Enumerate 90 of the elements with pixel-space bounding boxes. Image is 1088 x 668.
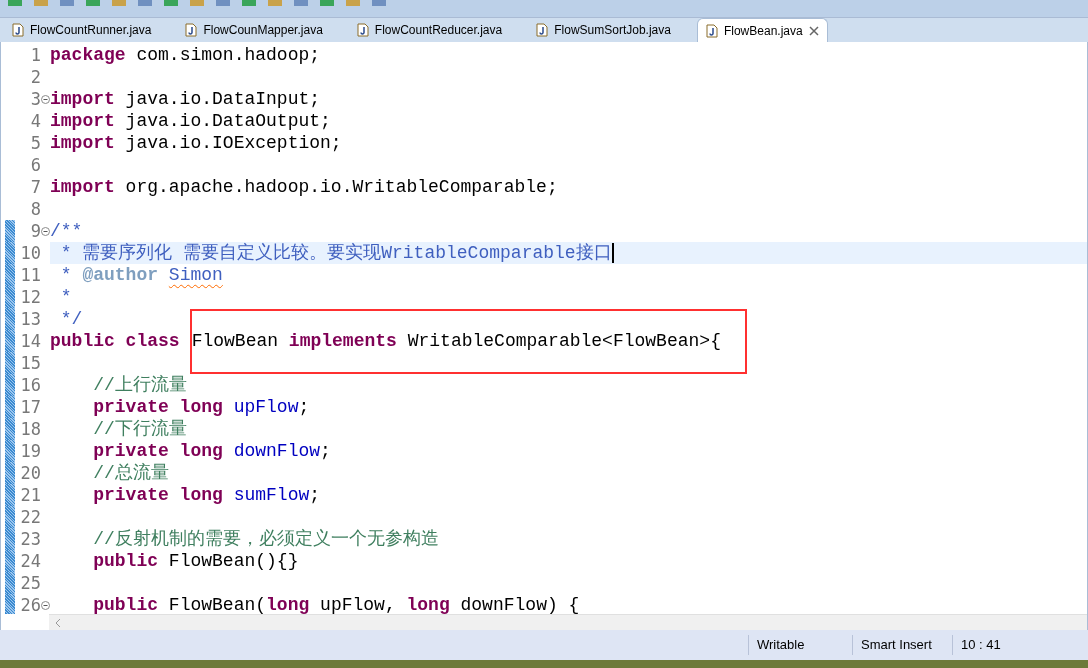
code-text: sumFlow (232, 483, 310, 507)
comment-text: */ (59, 307, 83, 331)
text-cursor (611, 243, 614, 263)
comment-text: * 需要序列化 需要自定义比较。要实现WritableComparable接口 (59, 241, 612, 265)
java-file-icon (185, 23, 198, 37)
horizontal-scrollbar[interactable] (49, 614, 1087, 630)
line-number: 10 (20, 244, 41, 262)
keyword: class (124, 329, 180, 353)
code-text: FlowBean( (167, 593, 267, 614)
line-number: 24 (20, 552, 41, 570)
keyword: implements (287, 329, 397, 353)
line-number: 21 (20, 486, 41, 504)
line-number: 25 (20, 574, 41, 592)
code-text: downFlow (232, 439, 321, 463)
line-number: 2 (30, 68, 41, 86)
keyword: import (50, 175, 115, 199)
fold-icon[interactable] (41, 600, 50, 610)
keyword: private long (92, 483, 223, 507)
line-number: 7 (30, 178, 41, 196)
line-number: 23 (20, 530, 41, 548)
code-text: FlowBean(){} (167, 549, 299, 573)
keyword: import (50, 87, 115, 111)
keyword: public (92, 549, 159, 573)
fold-icon[interactable] (41, 226, 50, 236)
code-text: java.io.DataOutput; (124, 109, 331, 133)
line-number: 11 (20, 266, 41, 284)
comment-text: * (59, 263, 72, 287)
keyword: private long (92, 395, 223, 419)
comment-text: * (59, 285, 72, 309)
line-number: 13 (20, 310, 41, 328)
keyword: long (406, 593, 450, 614)
code-editor[interactable] (0, 42, 1088, 630)
code-text: java.io.DataInput; (124, 87, 321, 111)
keyword: public (50, 329, 115, 353)
java-file-icon (536, 23, 549, 37)
comment-text: //总流量 (92, 461, 169, 485)
line-number: 16 (20, 376, 41, 394)
scroll-left-icon[interactable] (53, 617, 63, 628)
comment-text: @author (81, 263, 160, 287)
java-file-icon (12, 23, 24, 37)
editor-tab[interactable]: FlowSumSortJob.java (528, 18, 679, 42)
line-number: 22 (20, 508, 41, 526)
line-number: 18 (20, 420, 41, 438)
code-text: downFlow) { (459, 593, 580, 614)
line-number: 1 (30, 46, 41, 64)
line-number: 19 (20, 442, 41, 460)
insert-mode-status: Smart Insert (861, 636, 932, 655)
close-icon[interactable] (808, 25, 819, 36)
editor-tab[interactable]: FlowCountRunner.java (4, 18, 160, 42)
code-text: ; (309, 483, 321, 507)
line-number: 9 (30, 222, 41, 240)
code-text: ; (320, 439, 331, 463)
keyword: package (50, 43, 126, 67)
code-text: FlowBean (191, 329, 279, 353)
code-text: ; (298, 395, 310, 419)
fold-icon[interactable] (41, 94, 50, 104)
line-number: 6 (30, 156, 41, 174)
keyword: private long (92, 439, 223, 463)
code-text: com.simon.hadoop; (135, 43, 321, 67)
code-text: java.io.IOException; (124, 131, 342, 155)
line-number: 5 (30, 134, 41, 152)
comment-text: //反射机制的需要，必须定义一个无参构造 (92, 527, 439, 551)
code-text: org.apache.hadoop.io.WritableComparable; (124, 175, 558, 199)
editor-tab[interactable]: FlowCountReducer.java (348, 18, 511, 42)
java-file-icon (705, 23, 718, 38)
line-number: 8 (30, 200, 41, 218)
line-number: 14 (20, 332, 41, 350)
code-text: WritableComparable<FlowBean>{ (406, 329, 721, 353)
keyword: import (50, 131, 115, 155)
code-text: upFlow, (319, 593, 397, 614)
line-number: 12 (20, 288, 41, 306)
keyword: import (50, 109, 115, 133)
keyword: public (92, 593, 159, 614)
line-number: 20 (20, 464, 41, 482)
line-number: 26 (20, 596, 41, 614)
line-number: 3 (30, 90, 41, 108)
line-number: 15 (20, 354, 41, 372)
line-number: 17 (20, 398, 41, 416)
editor-tab[interactable]: FlowCounMapper.java (177, 18, 331, 42)
comment-text: //上行流量 (92, 373, 187, 397)
code-text: upFlow (232, 395, 299, 419)
line-number: 4 (30, 112, 41, 130)
keyword: long (266, 593, 310, 614)
comment-text: Simon (168, 263, 223, 287)
cursor-position: 10 : 41 (961, 636, 1001, 655)
comment-text: /** (50, 219, 83, 243)
java-file-icon (356, 23, 369, 37)
write-mode-status: Writable (757, 636, 805, 655)
editor-tab[interactable]: FlowBean.java (696, 18, 828, 42)
comment-text: //下行流量 (92, 417, 187, 441)
